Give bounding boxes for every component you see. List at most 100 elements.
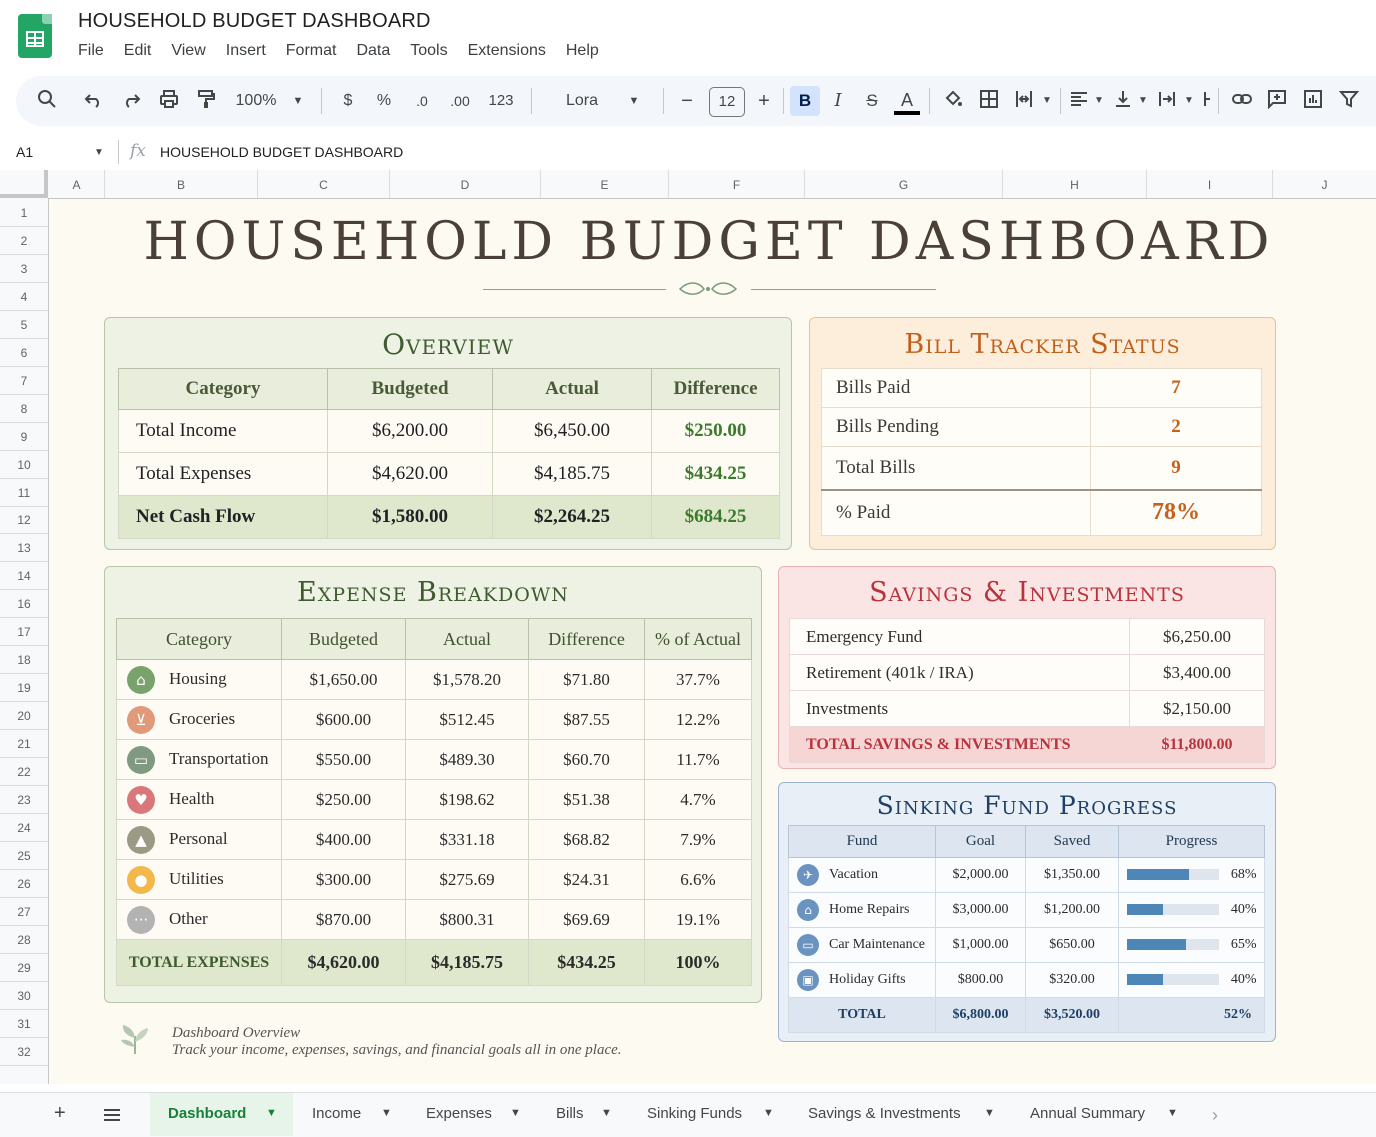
text-rotation-icon[interactable] — [1202, 89, 1212, 113]
expense-cell-actual[interactable]: $489.30 — [405, 739, 529, 780]
bold-button[interactable]: B — [790, 86, 820, 116]
overview-total-label[interactable]: Net Cash Flow — [118, 495, 328, 539]
expense-cell-pct[interactable]: 11.7% — [644, 739, 752, 780]
increase-font-size-icon[interactable]: + — [754, 89, 774, 113]
expense-cell-difference[interactable]: $24.31 — [528, 859, 645, 900]
horizontal-align-icon[interactable] — [1068, 89, 1090, 113]
text-color-button[interactable]: A — [894, 89, 920, 115]
row-header[interactable]: 6 — [0, 346, 48, 360]
sinking-cell-saved[interactable]: $650.00 — [1025, 927, 1119, 963]
expense-cell-category[interactable]: ▭ Transportation — [116, 739, 282, 780]
expense-cell-difference[interactable]: $69.69 — [528, 899, 645, 940]
row-header[interactable]: 28 — [0, 933, 48, 947]
expense-cell-category[interactable]: ♥ Health — [116, 779, 282, 820]
expense-total-pct[interactable]: 100% — [644, 939, 752, 986]
row-header[interactable]: 22 — [0, 765, 48, 779]
row-header[interactable]: 1 — [0, 206, 48, 220]
tab-savings-investments[interactable]: Savings & Investments — [808, 1105, 961, 1122]
row-header[interactable]: 16 — [0, 597, 48, 611]
row-header[interactable]: 21 — [0, 737, 48, 751]
font-select[interactable]: Lora — [558, 89, 606, 113]
expense-cell-actual[interactable]: $275.69 — [405, 859, 529, 900]
bills-pending-value[interactable]: 2 — [1090, 407, 1262, 447]
expense-cell-budgeted[interactable]: $1,650.00 — [281, 659, 406, 700]
expense-cell-actual[interactable]: $800.31 — [405, 899, 529, 940]
sinking-cell-progress[interactable]: 65% — [1118, 927, 1265, 963]
overview-cell-budgeted[interactable]: $4,620.00 — [327, 452, 493, 496]
expense-total-budgeted[interactable]: $4,620.00 — [281, 939, 406, 986]
expense-cell-pct[interactable]: 12.2% — [644, 699, 752, 740]
select-all-corner[interactable] — [0, 170, 48, 198]
overview-total-actual[interactable]: $2,264.25 — [492, 495, 652, 539]
font-chevron-down-icon[interactable]: ▼ — [626, 89, 642, 113]
savings-label[interactable]: Investments — [789, 690, 1130, 727]
strikethrough-icon[interactable]: S — [861, 89, 883, 113]
borders-icon[interactable] — [978, 89, 1000, 113]
overview-cell-category[interactable]: Total Income — [118, 409, 328, 453]
expense-total-actual[interactable]: $4,185.75 — [405, 939, 529, 986]
savings-label[interactable]: Retirement (401k / IRA) — [789, 654, 1130, 691]
expense-cell-pct[interactable]: 37.7% — [644, 659, 752, 700]
tab-dashboard-chevron-icon[interactable]: ▼ — [266, 1107, 277, 1119]
print-icon[interactable] — [157, 89, 181, 113]
wrap-chevron-down-icon[interactable]: ▼ — [1182, 89, 1196, 113]
merge-cells-icon[interactable] — [1012, 89, 1036, 113]
expense-cell-pct[interactable]: 6.6% — [644, 859, 752, 900]
bills-paid-value[interactable]: 7 — [1090, 368, 1262, 408]
column-header-c[interactable]: C — [258, 178, 389, 192]
tab-income-chevron-icon[interactable]: ▼ — [381, 1107, 392, 1119]
column-header-a[interactable]: A — [49, 178, 104, 192]
column-header-h[interactable]: H — [1003, 178, 1146, 192]
sinking-cell-saved[interactable]: $320.00 — [1025, 962, 1119, 998]
insert-chart-icon[interactable] — [1302, 89, 1324, 113]
row-header[interactable]: 17 — [0, 625, 48, 639]
percent-paid-value[interactable]: 78% — [1090, 489, 1262, 536]
number-format-button[interactable]: 123 — [484, 89, 518, 113]
row-header[interactable]: 13 — [0, 541, 48, 555]
expense-cell-difference[interactable]: $87.55 — [528, 699, 645, 740]
tab-sinking-funds-chevron-icon[interactable]: ▼ — [763, 1107, 774, 1119]
row-header[interactable]: 14 — [0, 569, 48, 583]
expense-cell-difference[interactable]: $51.38 — [528, 779, 645, 820]
row-header[interactable]: 29 — [0, 961, 48, 975]
expense-cell-category[interactable]: ⊻ Groceries — [116, 699, 282, 740]
savings-value[interactable]: $6,250.00 — [1129, 618, 1265, 655]
formula-input[interactable]: HOUSEHOLD BUDGET DASHBOARD — [160, 144, 403, 160]
tab-bills[interactable]: Bills — [556, 1105, 584, 1122]
expense-cell-budgeted[interactable]: $300.00 — [281, 859, 406, 900]
row-header[interactable]: 8 — [0, 402, 48, 416]
expense-cell-difference[interactable]: $71.80 — [528, 659, 645, 700]
row-header[interactable]: 12 — [0, 513, 48, 527]
tab-annual-summary[interactable]: Annual Summary — [1030, 1105, 1145, 1122]
currency-format-button[interactable]: $ — [338, 89, 358, 113]
tab-expenses-chevron-icon[interactable]: ▼ — [510, 1107, 521, 1119]
row-header[interactable]: 7 — [0, 374, 48, 388]
overview-cell-actual[interactable]: $4,185.75 — [492, 452, 652, 496]
column-header-e[interactable]: E — [541, 178, 668, 192]
increase-decimal-button[interactable]: .00 — [446, 89, 474, 113]
menu-help[interactable]: Help — [566, 42, 599, 60]
expense-cell-actual[interactable]: $1,578.20 — [405, 659, 529, 700]
row-header[interactable]: 18 — [0, 653, 48, 667]
row-header[interactable]: 5 — [0, 318, 48, 332]
row-header[interactable]: 32 — [0, 1045, 48, 1059]
expense-cell-difference[interactable]: $60.70 — [528, 739, 645, 780]
sinking-cell-goal[interactable]: $1,000.00 — [935, 927, 1026, 963]
decrease-decimal-button[interactable]: .0 — [408, 89, 436, 113]
sinking-cell-progress[interactable]: 68% — [1118, 857, 1265, 893]
redo-icon[interactable] — [119, 89, 143, 113]
row-header[interactable]: 9 — [0, 430, 48, 444]
zoom-chevron-down-icon[interactable]: ▼ — [290, 89, 306, 113]
expense-cell-pct[interactable]: 7.9% — [644, 819, 752, 860]
row-header[interactable]: 3 — [0, 262, 48, 276]
scroll-tabs-right-icon[interactable]: › — [1212, 1105, 1218, 1126]
sinking-total-progress[interactable]: 52% — [1118, 997, 1265, 1033]
sinking-cell-fund[interactable]: ▭ Car Maintenance — [788, 927, 936, 963]
sinking-cell-saved[interactable]: $1,200.00 — [1025, 892, 1119, 928]
row-header[interactable]: 31 — [0, 1017, 48, 1031]
align-chevron-down-icon[interactable]: ▼ — [1092, 89, 1106, 113]
sinking-cell-fund[interactable]: ▣ Holiday Gifts — [788, 962, 936, 998]
tab-bills-chevron-icon[interactable]: ▼ — [601, 1107, 612, 1119]
total-bills-label[interactable]: Total Bills — [821, 446, 1091, 491]
percent-format-button[interactable]: % — [374, 89, 394, 113]
